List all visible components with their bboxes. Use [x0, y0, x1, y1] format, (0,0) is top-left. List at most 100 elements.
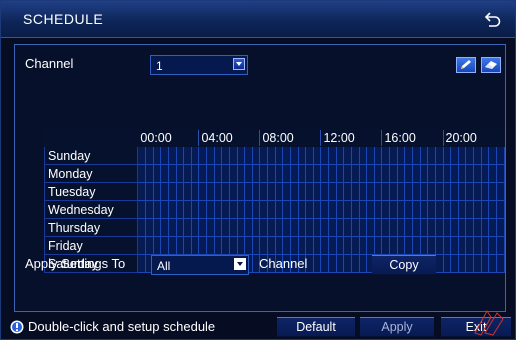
schedule-cell[interactable]: [427, 200, 436, 219]
schedule-cell[interactable]: [404, 146, 413, 165]
schedule-cell[interactable]: [366, 164, 375, 183]
schedule-cell[interactable]: [442, 254, 452, 273]
schedule-cell[interactable]: [427, 146, 436, 165]
schedule-cell[interactable]: [350, 146, 360, 165]
schedule-cell[interactable]: [320, 254, 330, 273]
schedule-cell[interactable]: [457, 254, 467, 273]
schedule-cell[interactable]: [396, 146, 406, 165]
schedule-cell[interactable]: [190, 164, 200, 183]
schedule-cell[interactable]: [320, 146, 330, 165]
schedule-cell[interactable]: [213, 164, 223, 183]
schedule-cell[interactable]: [389, 236, 398, 255]
schedule-cell[interactable]: [228, 200, 238, 219]
schedule-cell[interactable]: [419, 200, 429, 219]
schedule-cell[interactable]: [412, 146, 421, 165]
schedule-cell[interactable]: [236, 146, 246, 165]
schedule-cell[interactable]: [488, 146, 497, 165]
schedule-cell[interactable]: [480, 182, 490, 201]
schedule-cell[interactable]: [320, 218, 330, 237]
schedule-cell[interactable]: [312, 200, 322, 219]
schedule-cell[interactable]: [495, 146, 506, 165]
schedule-cell[interactable]: [434, 236, 444, 255]
schedule-cell[interactable]: [312, 218, 322, 237]
schedule-cell[interactable]: [297, 182, 307, 201]
schedule-cell[interactable]: [335, 146, 345, 165]
schedule-cell[interactable]: [495, 164, 506, 183]
schedule-cell[interactable]: [465, 236, 474, 255]
schedule-cell[interactable]: [480, 200, 490, 219]
schedule-cell[interactable]: [145, 236, 154, 255]
schedule-cell[interactable]: [457, 236, 467, 255]
schedule-cell[interactable]: [152, 200, 162, 219]
schedule-cell[interactable]: [244, 164, 253, 183]
schedule-cell[interactable]: [427, 236, 436, 255]
schedule-cell[interactable]: [137, 182, 147, 201]
schedule-cell[interactable]: [251, 146, 261, 165]
schedule-cell[interactable]: [244, 236, 253, 255]
schedule-cell[interactable]: [457, 164, 467, 183]
schedule-cell[interactable]: [450, 200, 459, 219]
schedule-cell[interactable]: [480, 218, 490, 237]
schedule-cell[interactable]: [350, 236, 360, 255]
schedule-cell[interactable]: [312, 146, 322, 165]
schedule-cell[interactable]: [472, 146, 482, 165]
schedule-cell[interactable]: [465, 146, 474, 165]
schedule-cell[interactable]: [213, 182, 223, 201]
schedule-cell[interactable]: [343, 236, 352, 255]
schedule-cell[interactable]: [495, 236, 506, 255]
schedule-cell[interactable]: [442, 218, 452, 237]
schedule-cell[interactable]: [198, 146, 208, 165]
schedule-cell[interactable]: [236, 164, 246, 183]
schedule-cell[interactable]: [152, 218, 162, 237]
schedule-cell[interactable]: [259, 236, 269, 255]
schedule-cell[interactable]: [427, 218, 436, 237]
schedule-cell[interactable]: [152, 182, 162, 201]
schedule-cell[interactable]: [495, 182, 506, 201]
schedule-cell[interactable]: [228, 146, 238, 165]
schedule-cell[interactable]: [228, 236, 238, 255]
schedule-cell[interactable]: [282, 182, 291, 201]
schedule-cell[interactable]: [244, 182, 253, 201]
schedule-cell[interactable]: [274, 218, 284, 237]
apply-button[interactable]: Apply: [360, 317, 434, 337]
schedule-cell[interactable]: [465, 200, 474, 219]
back-arrow-icon[interactable]: [483, 9, 503, 29]
schedule-cell[interactable]: [259, 218, 269, 237]
schedule-cell[interactable]: [427, 164, 436, 183]
schedule-cell[interactable]: [221, 146, 230, 165]
edit-button[interactable]: [456, 57, 476, 73]
schedule-cell[interactable]: [335, 254, 345, 273]
schedule-cell[interactable]: [358, 200, 368, 219]
schedule-cell[interactable]: [419, 164, 429, 183]
schedule-cell[interactable]: [404, 164, 413, 183]
schedule-cell[interactable]: [366, 182, 375, 201]
schedule-cell[interactable]: [236, 200, 246, 219]
schedule-cell[interactable]: [190, 236, 200, 255]
schedule-cell[interactable]: [450, 164, 459, 183]
schedule-cell[interactable]: [137, 200, 147, 219]
schedule-cell[interactable]: [488, 218, 497, 237]
schedule-cell[interactable]: [175, 164, 185, 183]
schedule-cell[interactable]: [137, 146, 147, 165]
schedule-cell[interactable]: [282, 236, 291, 255]
schedule-cell[interactable]: [228, 164, 238, 183]
schedule-cell[interactable]: [289, 218, 299, 237]
schedule-cell[interactable]: [465, 218, 474, 237]
schedule-cell[interactable]: [457, 218, 467, 237]
schedule-cell[interactable]: [373, 218, 383, 237]
schedule-cell[interactable]: [442, 182, 452, 201]
schedule-cell[interactable]: [442, 200, 452, 219]
default-button[interactable]: Default: [277, 317, 355, 337]
schedule-cell[interactable]: [373, 236, 383, 255]
schedule-cell[interactable]: [259, 164, 269, 183]
schedule-cell[interactable]: [472, 182, 482, 201]
schedule-cell[interactable]: [251, 182, 261, 201]
schedule-cell[interactable]: [343, 200, 352, 219]
schedule-cell[interactable]: [381, 164, 391, 183]
schedule-cell[interactable]: [160, 236, 169, 255]
schedule-cell[interactable]: [450, 254, 459, 273]
schedule-cell[interactable]: [412, 182, 421, 201]
schedule-cell[interactable]: [167, 236, 177, 255]
schedule-cell[interactable]: [251, 200, 261, 219]
schedule-cell[interactable]: [320, 182, 330, 201]
